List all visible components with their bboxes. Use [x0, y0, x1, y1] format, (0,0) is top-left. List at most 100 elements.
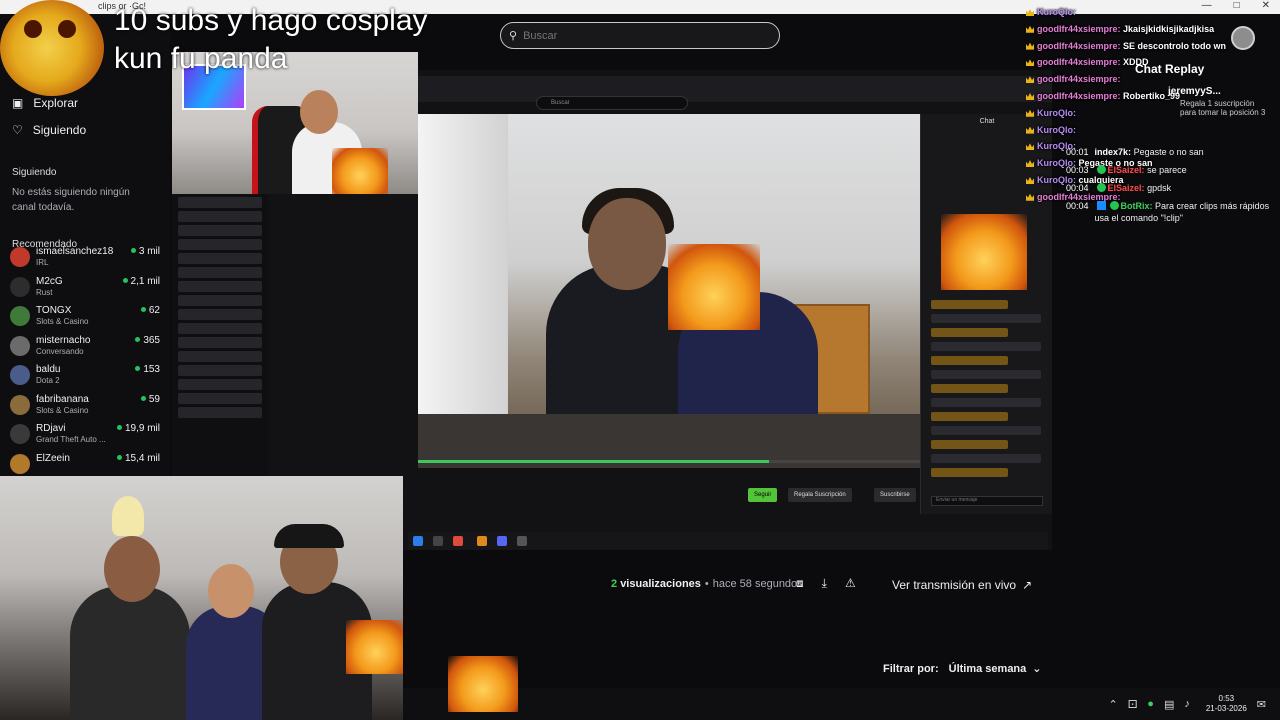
nav-following[interactable]: ♡ Siguiendo	[12, 123, 86, 137]
microphone-icon[interactable]: ●	[1147, 698, 1154, 710]
viewer-count: 15,4 mil	[117, 453, 160, 464]
capture-gift-button[interactable]: Regala Suscripción	[788, 488, 852, 502]
avatar	[10, 424, 30, 444]
webcam-person-1	[70, 586, 190, 720]
chevron-up-icon[interactable]: ⌃	[1109, 698, 1118, 711]
filter-select[interactable]: Última semana ⌄	[948, 662, 1042, 676]
replay-time: 00:01	[1066, 147, 1089, 157]
replay-username[interactable]: ElSaizel:	[1108, 165, 1145, 175]
webcam-bottom	[0, 476, 403, 720]
channel-name: TONGX	[36, 305, 72, 316]
speaker-icon[interactable]: ♪	[1184, 698, 1190, 710]
viewer-count: 62	[141, 305, 160, 316]
chat-message: KuroQlo:	[1026, 4, 1280, 21]
flame-sticker	[668, 244, 760, 330]
replay-message: 00:04 ElSaizel: gpdsk	[1066, 182, 1276, 194]
notification-icon[interactable]: ✉	[1257, 698, 1266, 711]
chat-username[interactable]: KuroQlo:	[1037, 108, 1076, 118]
recommended-channel[interactable]: TONGX Slots & Casino 62	[10, 303, 160, 333]
replay-message: 00:01 index7k: Pegaste o no san	[1066, 146, 1276, 158]
external-link-icon: ↗	[1022, 578, 1033, 592]
channel-name: M2cG	[36, 275, 63, 287]
channel-name: fabribanana	[36, 393, 89, 405]
video-actions: ⧈ ⤓ ⚠	[796, 576, 856, 591]
filter-selected: Última semana	[948, 662, 1027, 675]
recommended-channel[interactable]: M2cG Rust 2,1 mil	[10, 274, 160, 304]
network-icon[interactable]: ▤	[1164, 698, 1174, 711]
share-icon[interactable]: ⧈	[796, 576, 804, 591]
chevron-down-icon: ⌄	[1032, 663, 1042, 675]
recommended-list: ismaelsanchez18 IRL 3 mil M2cG Rust 2,1 mil TO…	[10, 244, 160, 480]
recommended-channel[interactable]: misternacho Conversando 365	[10, 333, 160, 363]
chat-message: KuroQlo:	[1026, 122, 1280, 139]
replay-username[interactable]: BotRix:	[1121, 201, 1153, 211]
crown-icon	[1026, 92, 1034, 100]
chat-username[interactable]: goodlfr44xsiempre:	[1037, 74, 1121, 84]
recommended-channel[interactable]: baldu Dota 2 153	[10, 362, 160, 392]
chat-username[interactable]: goodlfr44xsiempre:	[1037, 91, 1121, 101]
webcam-cap	[274, 524, 344, 548]
crown-icon	[1026, 59, 1034, 67]
recommended-channel[interactable]: ismaelsanchez18 IRL 3 mil	[10, 244, 160, 274]
viewer-count: 19,9 mil	[117, 423, 160, 434]
replay-time: 00:04	[1066, 201, 1089, 211]
recommended-channel[interactable]: fabribanana Slots & Casino 59	[10, 392, 160, 422]
download-icon[interactable]: ⤓	[822, 576, 827, 591]
replay-username[interactable]: ElSaizel:	[1108, 183, 1145, 193]
capture-search[interactable]: Buscar	[536, 96, 688, 110]
watch-live-button[interactable]: Ver transmisión en vivo ↗	[882, 572, 1043, 598]
channel-category: Conversando	[36, 346, 84, 356]
nav-explore[interactable]: ▣ Explorar	[12, 96, 78, 110]
nav-explore-label: Explorar	[33, 96, 79, 110]
capture-sidebar	[172, 194, 268, 484]
search-input[interactable]	[523, 29, 754, 42]
webcam-head-1	[104, 536, 160, 602]
viewer-count: 365	[135, 335, 160, 346]
channel-category: Grand Theft Auto ...	[36, 435, 106, 444]
chat-username[interactable]: KuroQlo:	[1037, 125, 1076, 135]
chat-username[interactable]: goodlfr44xsiempre:	[1037, 24, 1121, 34]
controller-icon[interactable]: ⚀	[1128, 698, 1138, 711]
main-video-player[interactable]	[418, 114, 920, 468]
avatar	[10, 365, 30, 385]
video-person-head	[588, 198, 666, 290]
chat-message: goodlfr44xsiempre: SE descontrolo todo w…	[1026, 38, 1280, 55]
report-icon[interactable]: ⚠	[845, 576, 856, 591]
filter-label: Filtrar por:	[883, 662, 939, 675]
crown-icon	[1026, 25, 1034, 33]
replay-body: ElSaizel: gpdsk	[1095, 182, 1171, 194]
capture-follow-button[interactable]: Seguir	[748, 488, 778, 502]
chat-username[interactable]: goodlfr44xsiempre:	[1037, 57, 1121, 67]
clock[interactable]: 0:53 21-03-2026	[1206, 694, 1247, 714]
replay-text: Pegaste o no san	[1133, 147, 1204, 157]
capture-chat-input[interactable]: Enviar un mensaje	[931, 496, 1043, 506]
crown-icon	[1026, 160, 1034, 168]
logo-eye-left	[24, 20, 42, 38]
stream-title-overlay: 10 subs y hago cosplay kun fu panda	[114, 2, 428, 78]
views-number: 2	[611, 578, 618, 590]
search-icon: ⚲	[509, 30, 518, 42]
capture-subscribe-button[interactable]: Suscribirse	[874, 488, 916, 502]
recommended-channel[interactable]: RDjavi Grand Theft Auto ... 19,9 mil	[10, 421, 160, 451]
video-progress-bar[interactable]	[418, 460, 920, 463]
stream-title-line1: 10 subs y hago cosplay	[114, 4, 428, 37]
replay-body: ElSaizel: se parece	[1095, 164, 1187, 176]
video-meta: 2 visualizaciones • hace 58 segundos	[611, 578, 803, 590]
search-bar[interactable]: ⚲	[500, 22, 780, 49]
chat-text: SE descontrolo todo wn	[1123, 40, 1227, 51]
viewer-count: 3 mil	[131, 246, 160, 257]
chat-username[interactable]: KuroQlo:	[1037, 7, 1076, 17]
following-section-title: Siguiendo	[12, 167, 57, 178]
gift-user[interactable]: jeremyyS...	[1168, 86, 1268, 97]
channel-name: RDjavi	[36, 423, 66, 434]
meta-separator: •	[704, 578, 709, 590]
gift-notification: jeremyyS... Regala 1 suscripción para to…	[1168, 86, 1268, 117]
channel-name: ElZeein	[36, 452, 70, 464]
logo-eye-right	[58, 20, 76, 38]
replay-time: 00:03	[1066, 165, 1089, 175]
replay-username[interactable]: index7k:	[1095, 147, 1132, 157]
crown-icon	[1026, 76, 1034, 84]
viewer-count: 153	[135, 364, 160, 375]
heart-icon: ♡	[12, 123, 23, 137]
chat-username[interactable]: goodlfr44xsiempre:	[1037, 41, 1121, 51]
